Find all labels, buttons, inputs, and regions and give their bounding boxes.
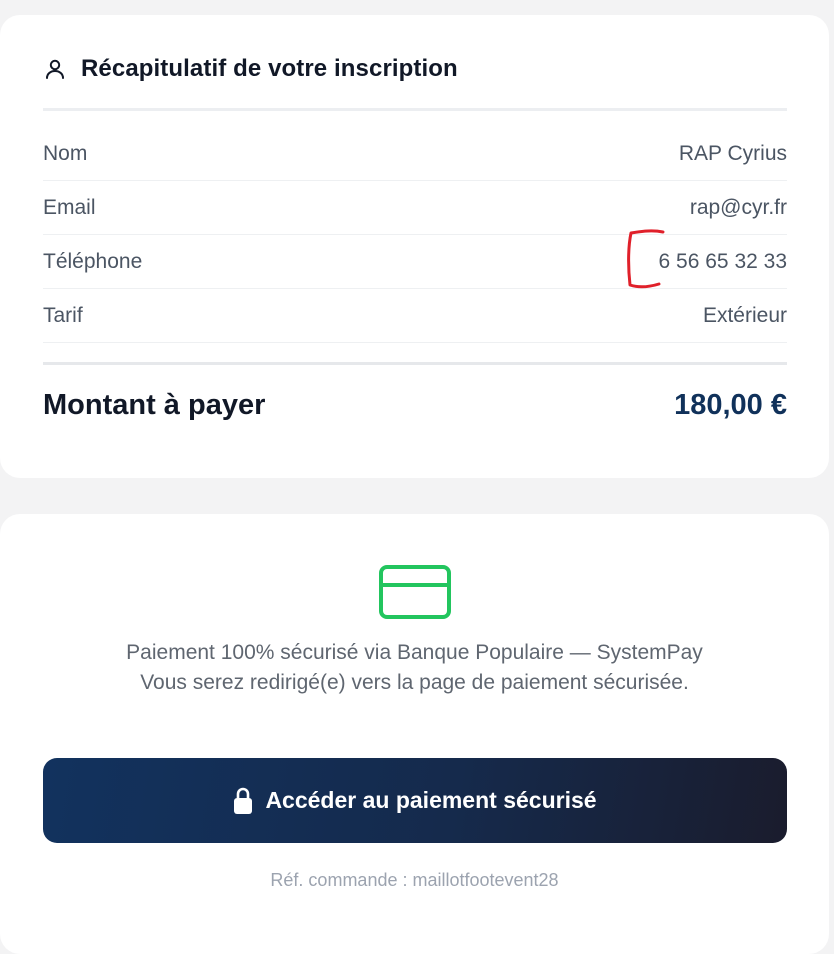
registration-summary-card: Récapitulatif de votre inscription Nom R… [0, 15, 829, 478]
row-value: rap@cyr.fr [689, 195, 787, 219]
phone-value-wrapper: 6 56 65 32 33 [626, 228, 787, 288]
total-label: Montant à payer [43, 388, 266, 421]
total-amount: 180,00 € [674, 388, 787, 421]
row-label: Email [43, 195, 96, 219]
summary-row-email: Email rap@cyr.fr [43, 181, 787, 235]
summary-title: Récapitulatif de votre inscription [81, 54, 458, 82]
row-label: Nom [43, 141, 88, 165]
summary-row-name: Nom RAP Cyrius [43, 127, 787, 181]
credit-card-icon [379, 565, 451, 619]
user-icon [43, 57, 67, 81]
row-value: 6 56 65 32 33 [658, 249, 787, 273]
row-value: RAP Cyrius [678, 141, 787, 165]
redirect-notice-line: Vous serez redirigé(e) vers la page de p… [140, 671, 689, 694]
total-row: Montant à payer 180,00 € [43, 362, 787, 445]
payment-card: Paiement 100% sécurisé via Banque Popula… [0, 514, 829, 954]
row-label: Téléphone [43, 249, 143, 273]
summary-header: Récapitulatif de votre inscription [43, 15, 787, 111]
row-value: Extérieur [702, 303, 787, 327]
secure-payment-button-label: Accéder au paiement sécurisé [265, 787, 597, 813]
secure-payment-button[interactable]: Accéder au paiement sécurisé [43, 758, 787, 843]
secure-payment-info: Paiement 100% sécurisé via Banque Popula… [0, 638, 829, 698]
summary-row-phone: Téléphone 6 56 65 32 33 [43, 228, 787, 289]
row-label: Tarif [43, 303, 83, 327]
summary-rows: Nom RAP Cyrius Email rap@cyr.fr Téléphon… [43, 127, 787, 343]
lock-icon [233, 786, 253, 815]
order-reference: Réf. commande : maillotfootevent28 [270, 870, 559, 890]
secure-payment-line: Paiement 100% sécurisé via Banque Popula… [126, 641, 703, 664]
summary-row-tariff: Tarif Extérieur [43, 289, 787, 343]
